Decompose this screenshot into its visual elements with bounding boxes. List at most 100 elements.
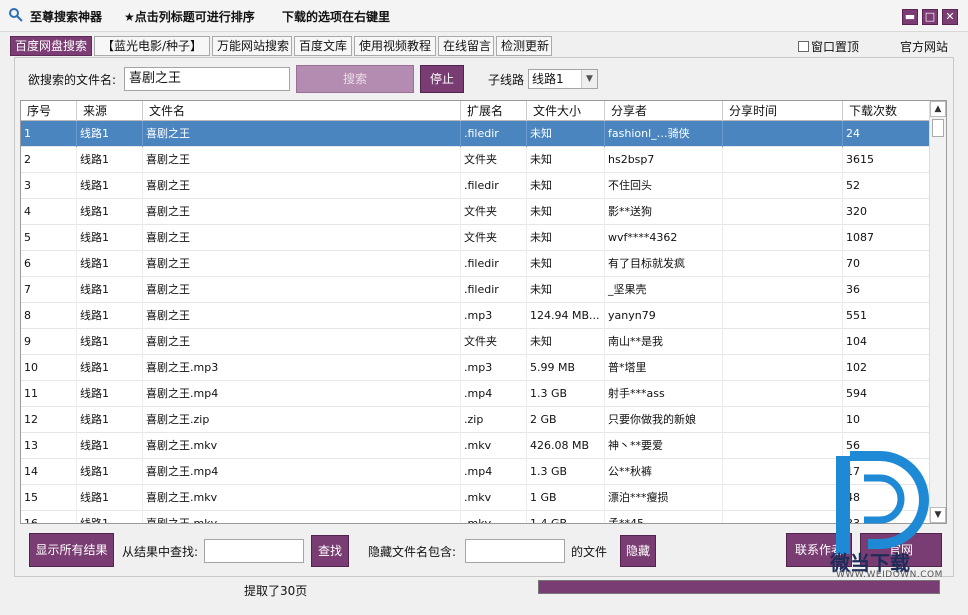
table-row[interactable]: 4 线路1 喜剧之王 文件夹 未知 影**送狗 320: [21, 199, 931, 225]
cell-source: 线路1: [77, 355, 143, 381]
cell-index: 10: [21, 355, 77, 381]
table-row[interactable]: 5 线路1 喜剧之王 文件夹 未知 wvf****4362 1087: [21, 225, 931, 251]
cell-downloads: 551: [843, 303, 931, 329]
cell-extension: .filedir: [461, 277, 527, 303]
table-row[interactable]: 12 线路1 喜剧之王.zip .zip 2 GB 只要你做我的新娘 10: [21, 407, 931, 433]
col-header-extension[interactable]: 扩展名: [461, 101, 527, 121]
hide-button[interactable]: 隐藏: [620, 535, 656, 567]
hide-filename-input[interactable]: [465, 539, 565, 563]
subline-select[interactable]: 线路1 ▼: [528, 69, 598, 89]
cell-source: 线路1: [77, 251, 143, 277]
table-row[interactable]: 3 线路1 喜剧之王 .filedir 未知 不住回头 52: [21, 173, 931, 199]
cell-share-time: [723, 433, 843, 459]
cell-downloads: 10: [843, 407, 931, 433]
cell-share-time: [723, 121, 843, 147]
tab-online-message[interactable]: 在线留言: [438, 36, 494, 56]
tab-baidu-pan[interactable]: 百度网盘搜索: [10, 36, 92, 56]
cell-share-time: [723, 251, 843, 277]
col-header-index[interactable]: 序号: [21, 101, 77, 121]
table-row[interactable]: 11 线路1 喜剧之王.mp4 .mp4 1.3 GB 射手***ass 594: [21, 381, 931, 407]
cell-source: 线路1: [77, 225, 143, 251]
cell-downloads: 52: [843, 173, 931, 199]
cell-filename: 喜剧之王: [143, 147, 461, 173]
tab-video-tutorial[interactable]: 使用视频教程: [354, 36, 436, 56]
cell-filename: 喜剧之王: [143, 303, 461, 329]
stop-button[interactable]: 停止: [420, 65, 464, 93]
table-row[interactable]: 10 线路1 喜剧之王.mp3 .mp3 5.99 MB 普*塔里 102: [21, 355, 931, 381]
find-button[interactable]: 查找: [311, 535, 349, 567]
download-hint: 下载的选项在右键里: [282, 10, 391, 24]
col-header-filesize[interactable]: 文件大小: [527, 101, 605, 121]
cell-sharer: 孟**45: [605, 511, 723, 523]
cell-filename: 喜剧之王.mp3: [143, 355, 461, 381]
cell-index: 7: [21, 277, 77, 303]
table-header: 序号 来源 文件名 扩展名 文件大小 分享者 分享时间 下载次数: [21, 101, 931, 121]
cell-source: 线路1: [77, 277, 143, 303]
checkbox-icon: [798, 41, 809, 52]
tab-baidu-wenku[interactable]: 百度文库: [294, 36, 352, 56]
maximize-button[interactable]: □: [922, 9, 938, 25]
cell-filesize: 426.08 MB: [527, 433, 605, 459]
cell-extension: 文件夹: [461, 225, 527, 251]
cell-source: 线路1: [77, 329, 143, 355]
pin-window-label: 窗口置顶: [811, 40, 860, 54]
cell-extension: .mp3: [461, 355, 527, 381]
col-header-sharer[interactable]: 分享者: [605, 101, 723, 121]
table-row[interactable]: 6 线路1 喜剧之王 .filedir 未知 有了目标就发疯 70: [21, 251, 931, 277]
table-row[interactable]: 13 线路1 喜剧之王.mkv .mkv 426.08 MB 神丶**要爱 56: [21, 433, 931, 459]
cell-downloads: 104: [843, 329, 931, 355]
col-header-filename[interactable]: 文件名: [143, 101, 461, 121]
scroll-thumb[interactable]: [932, 119, 944, 137]
tab-universal-search[interactable]: 万能网站搜索: [212, 36, 292, 56]
table-row[interactable]: 15 线路1 喜剧之王.mkv .mkv 1 GB 漂泊***瘦损 48: [21, 485, 931, 511]
scroll-up-icon[interactable]: ▲: [930, 101, 946, 117]
cell-filename: 喜剧之王.mp4: [143, 459, 461, 485]
cell-downloads: 70: [843, 251, 931, 277]
cell-extension: 文件夹: [461, 147, 527, 173]
pin-window-checkbox[interactable]: 窗口置顶: [798, 38, 859, 55]
cell-share-time: [723, 355, 843, 381]
find-in-results-label: 从结果中查找:: [122, 545, 199, 559]
cell-downloads: 24: [843, 121, 931, 147]
cell-downloads: 36: [843, 277, 931, 303]
cell-index: 3: [21, 173, 77, 199]
minimize-button[interactable]: ▬: [902, 9, 918, 25]
table-row[interactable]: 8 线路1 喜剧之王 .mp3 124.94 MB... yanyn79 551: [21, 303, 931, 329]
cell-share-time: [723, 381, 843, 407]
filename-input[interactable]: 喜剧之王: [124, 67, 290, 91]
col-header-source[interactable]: 来源: [77, 101, 143, 121]
watermark-url: WWW.WEIDOWN.COM: [836, 570, 943, 580]
cell-source: 线路1: [77, 173, 143, 199]
show-all-results-button[interactable]: 显示所有结果: [29, 533, 114, 567]
cell-downloads: 1087: [843, 225, 931, 251]
table-row[interactable]: 16 线路1 喜剧之王.mkv .mkv 1.4 GB 孟**45 33: [21, 511, 931, 523]
table-row[interactable]: 9 线路1 喜剧之王 文件夹 未知 南山**是我 104: [21, 329, 931, 355]
cell-filesize: 2 GB: [527, 407, 605, 433]
search-button[interactable]: 搜索: [296, 65, 414, 93]
cell-extension: .filedir: [461, 251, 527, 277]
tab-check-update[interactable]: 检测更新: [496, 36, 552, 56]
hide-filename-label: 隐藏文件名包含:: [368, 545, 457, 559]
cell-filesize: 未知: [527, 277, 605, 303]
cell-source: 线路1: [77, 433, 143, 459]
cell-index: 9: [21, 329, 77, 355]
cell-filesize: 1.3 GB: [527, 381, 605, 407]
table-row[interactable]: 7 线路1 喜剧之王 .filedir 未知 _坚果壳 36: [21, 277, 931, 303]
cell-sharer: 公**秋裤: [605, 459, 723, 485]
table-row[interactable]: 2 线路1 喜剧之王 文件夹 未知 hs2bsp7 3615: [21, 147, 931, 173]
cell-filesize: 未知: [527, 121, 605, 147]
table-row[interactable]: 14 线路1 喜剧之王.mp4 .mp4 1.3 GB 公**秋裤 17: [21, 459, 931, 485]
table-body: 1 线路1 喜剧之王 .filedir 未知 fashionl_…骑侠 24 2 线路1 喜剧之王…: [21, 121, 931, 523]
cell-extension: .zip: [461, 407, 527, 433]
cell-source: 线路1: [77, 121, 143, 147]
official-site-link[interactable]: 官方网站: [900, 38, 948, 55]
cell-extension: .filedir: [461, 121, 527, 147]
table-row[interactable]: 1 线路1 喜剧之王 .filedir 未知 fashionl_…骑侠 24: [21, 121, 931, 147]
col-header-downloads[interactable]: 下载次数: [843, 101, 931, 121]
find-in-results-input[interactable]: [204, 539, 304, 563]
col-header-share-time[interactable]: 分享时间: [723, 101, 843, 121]
tab-bluray-torrent[interactable]: 【蓝光电影/种子】: [94, 36, 210, 56]
cell-source: 线路1: [77, 381, 143, 407]
cell-source: 线路1: [77, 485, 143, 511]
close-button[interactable]: ✕: [942, 9, 958, 25]
